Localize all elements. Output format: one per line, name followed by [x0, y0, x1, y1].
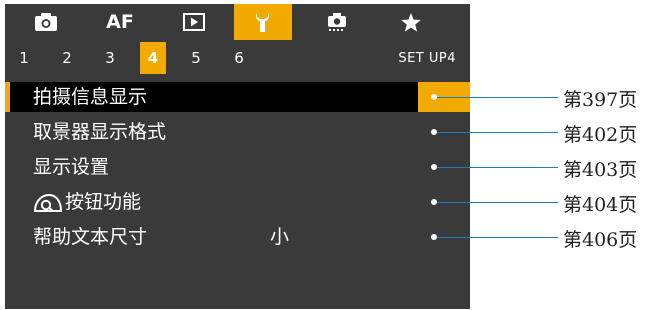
page-reference: 第397页 — [563, 89, 638, 111]
callout-line — [434, 202, 558, 203]
subtab-2[interactable]: 2 — [54, 42, 80, 74]
menu-item-label: 显示设置 — [33, 156, 110, 178]
callout-line — [434, 237, 558, 238]
callout-line — [434, 97, 558, 98]
menu-item-display-settings[interactable]: 显示设置 — [5, 152, 470, 182]
callout-dot — [431, 129, 437, 135]
menu-tab-bar: AF — [5, 4, 470, 40]
callout-line — [434, 167, 558, 168]
custom-functions-icon — [328, 13, 346, 31]
menu-item-label: 取景器显示格式 — [33, 121, 167, 143]
callout-line — [434, 132, 558, 133]
camera-menu-screen: AF 1 2 3 4 5 6 SET UP4 拍摄信息显示 取景器显示格式 显示… — [5, 4, 470, 309]
subtab-3[interactable]: 3 — [97, 42, 123, 74]
page-reference: 第402页 — [563, 124, 638, 146]
subtab-4[interactable]: 4 — [140, 42, 166, 74]
tab-af[interactable]: AF — [91, 4, 149, 40]
menu-item-label: 拍摄信息显示 — [33, 86, 148, 108]
tab-my-menu[interactable] — [382, 4, 440, 40]
callout-dot — [431, 94, 437, 100]
subtab-5[interactable]: 5 — [183, 42, 209, 74]
wrench-icon — [256, 13, 269, 32]
playback-icon — [183, 13, 205, 31]
star-icon — [401, 12, 421, 32]
camera-icon — [35, 13, 57, 31]
tab-custom-functions[interactable] — [308, 4, 366, 40]
page-reference: 第406页 — [563, 229, 638, 251]
callout-dot — [431, 234, 437, 240]
menu-item-shooting-info-display[interactable]: 拍摄信息显示 — [5, 82, 470, 112]
tab-shooting[interactable] — [17, 4, 75, 40]
subtab-6[interactable]: 6 — [226, 42, 252, 74]
subtab-1[interactable]: 1 — [11, 42, 37, 74]
menu-item-label: 按钮功能 — [65, 191, 142, 213]
menu-item-value: 小 — [270, 226, 290, 248]
info-view-icon — [33, 193, 63, 212]
callout-dot — [431, 164, 437, 170]
menu-item-info-button-function[interactable]: 按钮功能 — [5, 187, 470, 217]
page-reference: 第403页 — [563, 159, 638, 181]
menu-item-viewfinder-display-format[interactable]: 取景器显示格式 — [5, 117, 470, 147]
sub-tab-bar: 1 2 3 4 5 6 SET UP4 — [5, 42, 470, 74]
page-reference: 第404页 — [563, 194, 638, 216]
tab-af-label: AF — [106, 11, 134, 33]
tab-setup[interactable] — [234, 4, 292, 40]
page-title: SET UP4 — [398, 50, 456, 66]
tab-playback[interactable] — [165, 4, 223, 40]
menu-item-help-text-size[interactable]: 帮助文本尺寸 小 — [5, 222, 470, 252]
callout-dot — [431, 199, 437, 205]
menu-item-label: 帮助文本尺寸 — [33, 226, 148, 248]
